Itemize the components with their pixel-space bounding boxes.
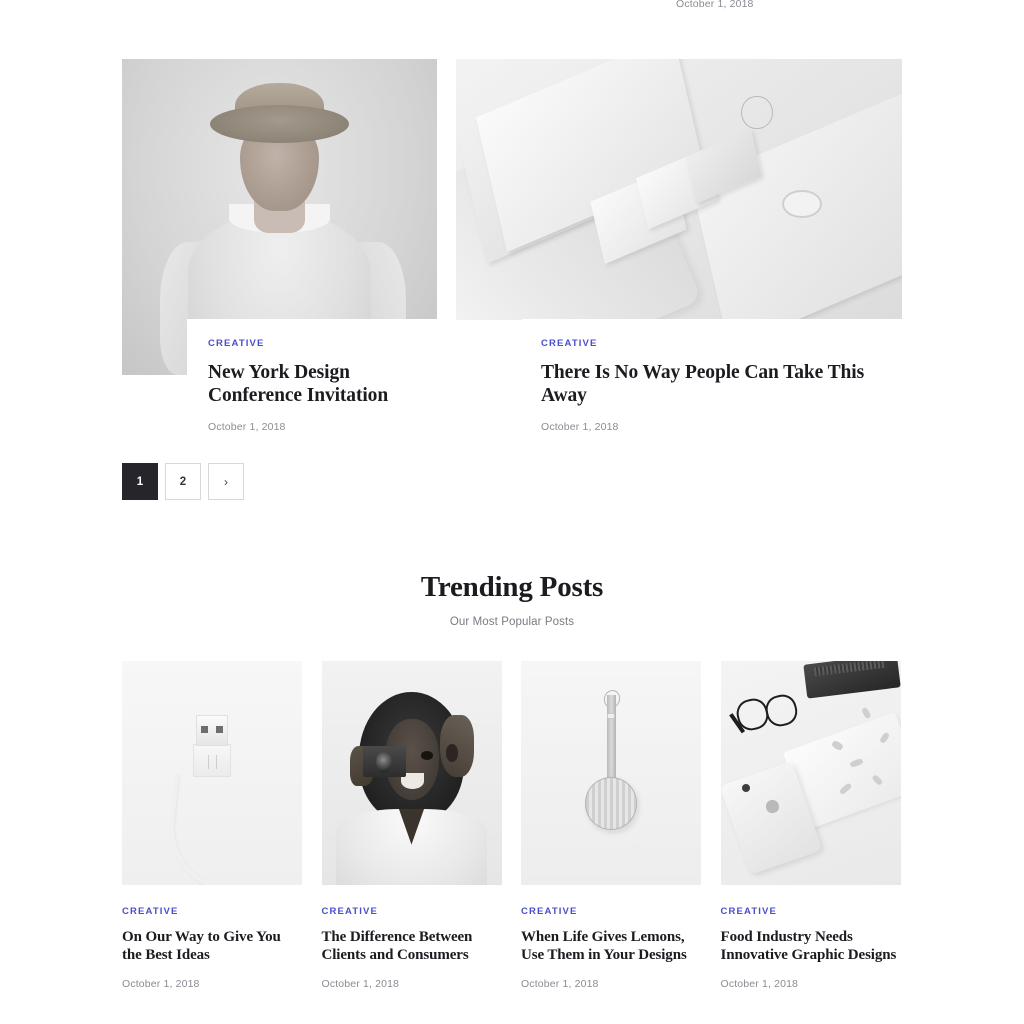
desk-flatlay-phone-glasses-photo: [720, 661, 901, 885]
post-title[interactable]: The Difference Between Clients and Consu…: [322, 928, 502, 966]
post-title[interactable]: New York Design Conference Invitation: [208, 361, 415, 409]
featured-post-image-2[interactable]: [456, 59, 902, 320]
post-category[interactable]: CREATIVE: [208, 339, 415, 349]
post-title[interactable]: When Life Gives Lemons, Use Them in Your…: [521, 928, 701, 966]
post-date: October 1, 2018: [676, 0, 754, 10]
trending-post-card[interactable]: CREATIVE Food Industry Needs Innovative …: [720, 661, 901, 990]
trending-section-header: Trending Posts Our Most Popular Posts: [0, 570, 1024, 628]
clipped-top-post-date: October 1, 2018: [676, 0, 876, 12]
post-category[interactable]: CREATIVE: [721, 907, 901, 917]
post-title[interactable]: Food Industry Needs Innovative Graphic D…: [721, 928, 901, 966]
pagination: 1 2 ›: [122, 463, 244, 500]
blog-page: October 1, 2018 CREATIVE New York Design…: [0, 0, 1024, 1024]
post-category[interactable]: CREATIVE: [122, 907, 302, 917]
pagination-page-2[interactable]: 2: [165, 463, 201, 500]
trending-post-card[interactable]: CREATIVE When Life Gives Lemons, Use The…: [521, 661, 701, 990]
post-category[interactable]: CREATIVE: [322, 907, 502, 917]
trending-post-card[interactable]: CREATIVE The Difference Between Clients …: [321, 661, 502, 990]
trending-post-image[interactable]: [321, 661, 502, 885]
post-date: October 1, 2018: [541, 421, 619, 434]
trending-posts-grid: CREATIVE On Our Way to Give You the Best…: [122, 661, 902, 990]
trending-post-card[interactable]: CREATIVE On Our Way to Give You the Best…: [122, 661, 302, 990]
post-date: October 1, 2018: [720, 978, 799, 990]
section-subtitle: Our Most Popular Posts: [449, 615, 575, 628]
white-stationery-mockup-photo: [456, 59, 902, 320]
woman-with-camera-photo: [321, 661, 502, 885]
section-title: Trending Posts: [420, 571, 604, 603]
post-title[interactable]: On Our Way to Give You the Best Ideas: [122, 928, 302, 966]
featured-post-card-2[interactable]: CREATIVE There Is No Way People Can Take…: [522, 319, 902, 455]
post-date: October 1, 2018: [208, 421, 286, 434]
trending-post-image[interactable]: [122, 661, 302, 885]
post-date: October 1, 2018: [521, 978, 599, 990]
usb-cable-photo: [122, 661, 302, 885]
pagination-page-1[interactable]: 1: [122, 463, 158, 500]
hanging-round-object-photo: [521, 661, 701, 885]
post-date: October 1, 2018: [321, 978, 400, 990]
trending-post-image[interactable]: [521, 661, 701, 885]
featured-post-card-1[interactable]: CREATIVE New York Design Conference Invi…: [187, 319, 437, 455]
post-title[interactable]: There Is No Way People Can Take This Awa…: [541, 361, 880, 409]
trending-post-image[interactable]: [720, 661, 901, 885]
pagination-next-icon[interactable]: ›: [208, 463, 244, 500]
post-category[interactable]: CREATIVE: [521, 907, 701, 917]
post-category[interactable]: CREATIVE: [541, 339, 880, 349]
post-date: October 1, 2018: [122, 978, 200, 990]
